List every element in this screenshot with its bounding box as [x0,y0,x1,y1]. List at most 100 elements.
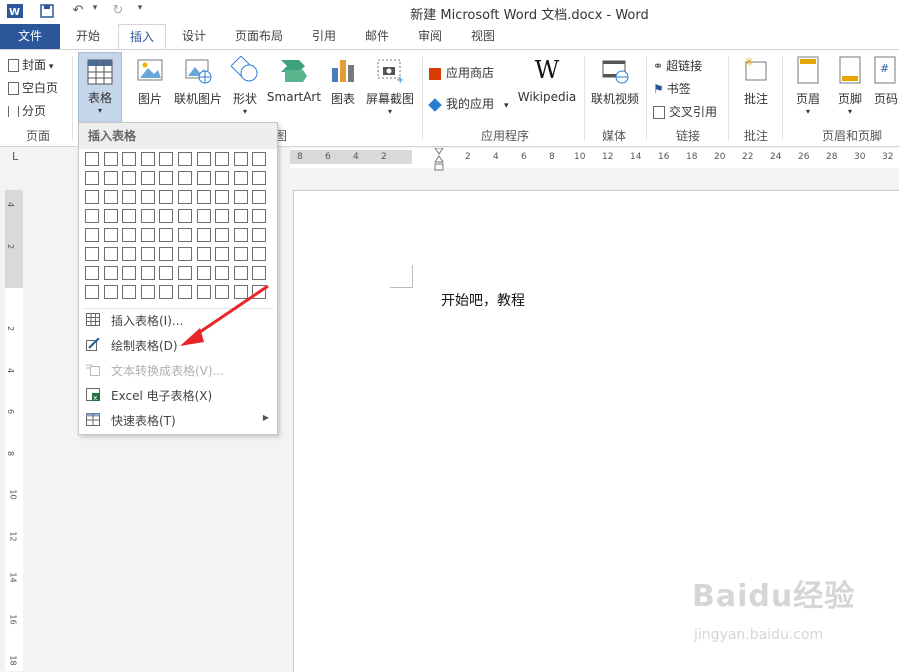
table-grid-cell[interactable] [122,152,137,166]
table-grid-cell[interactable] [159,266,174,280]
my-apps-button[interactable]: 我的应用 ▾ [428,95,509,112]
table-grid-cell[interactable] [159,228,174,242]
table-grid-cell[interactable] [159,152,174,166]
vertical-ruler[interactable]: 4 2 2 4 6 8 10 12 14 16 18 [5,190,23,671]
table-grid-cell[interactable] [103,285,118,299]
table-grid-cell[interactable] [252,171,267,185]
table-grid-cell[interactable] [122,171,137,185]
table-grid-cell[interactable] [252,266,267,280]
horizontal-ruler[interactable]: 8642246810121416182022242628303234 [290,147,899,171]
table-grid-cell[interactable] [178,209,192,223]
footer-button[interactable]: 页脚 ▾ [832,56,868,116]
bookmark-button[interactable]: ⚑ 书签 [653,80,691,97]
table-grid-cell[interactable] [85,285,99,299]
table-grid-cell[interactable] [215,190,230,204]
table-grid-cell[interactable] [252,152,267,166]
tab-insert[interactable]: 插入 [118,24,166,51]
indent-marker-icon[interactable] [434,147,444,171]
table-grid-cell[interactable] [140,190,155,204]
tab-page-layout[interactable]: 页面布局 [226,24,292,49]
table-grid-cell[interactable] [103,228,118,242]
excel-spreadsheet-item[interactable]: x Excel 电子表格(X) [79,383,277,407]
hyperlink-button[interactable]: ⚭ 超链接 [653,57,702,74]
document-page[interactable]: 开始吧，教程 Baidu经验 jingyan.baidu.com [293,190,899,672]
table-grid-cell[interactable] [85,266,99,280]
table-grid-cell[interactable] [140,247,155,261]
screenshot-button[interactable]: + 屏幕截图 ▾ [362,56,418,116]
table-grid-cell[interactable] [140,285,155,299]
table-grid-cell[interactable] [122,190,137,204]
table-grid-cell[interactable] [196,266,211,280]
tab-design[interactable]: 设计 [170,24,218,49]
table-grid-cell[interactable] [215,171,230,185]
table-grid-cell[interactable] [159,190,174,204]
tab-file[interactable]: 文件 [0,24,60,49]
table-grid-cell[interactable] [233,228,248,242]
wikipedia-button[interactable]: W Wikipedia [516,56,578,104]
table-grid-cell[interactable] [178,228,192,242]
table-grid-cell[interactable] [122,285,137,299]
table-grid-cell[interactable] [196,171,211,185]
table-grid-cell[interactable] [215,266,230,280]
table-grid-cell[interactable] [178,190,192,204]
table-grid-cell[interactable] [103,266,118,280]
cross-reference-button[interactable]: 交叉引用 [653,103,717,120]
tab-review[interactable]: 审阅 [406,24,454,49]
table-grid-cell[interactable] [196,152,211,166]
table-grid-cell[interactable] [122,209,137,223]
tab-references[interactable]: 引用 [300,24,348,49]
online-picture-button[interactable]: 联机图片 [172,56,224,107]
table-grid-cell[interactable] [85,228,99,242]
table-grid-cell[interactable] [252,247,267,261]
online-video-button[interactable]: 联机视频 [588,56,642,107]
tab-view[interactable]: 视图 [459,24,507,49]
table-grid-cell[interactable] [85,152,99,166]
table-grid-cell[interactable] [85,209,99,223]
page-number-button[interactable]: # 页码 [874,56,899,107]
table-grid-cell[interactable] [252,228,267,242]
table-grid-cell[interactable] [252,209,267,223]
document-text[interactable]: 开始吧，教程 [441,290,525,310]
table-grid-cell[interactable] [159,247,174,261]
table-grid-cell[interactable] [85,247,99,261]
table-grid-cell[interactable] [178,247,192,261]
table-grid-cell[interactable] [215,228,230,242]
table-grid-cell[interactable] [233,171,248,185]
table-grid-cell[interactable] [178,152,192,166]
table-grid-cell[interactable] [103,171,118,185]
table-grid-cell[interactable] [215,209,230,223]
table-grid-cell[interactable] [233,209,248,223]
tab-home[interactable]: 开始 [64,24,112,49]
table-grid-cell[interactable] [140,171,155,185]
table-grid-cell[interactable] [103,190,118,204]
tab-selector[interactable]: L [12,150,26,164]
table-grid-cell[interactable] [122,266,137,280]
table-grid-cell[interactable] [122,228,137,242]
table-grid-cell[interactable] [140,266,155,280]
table-grid-cell[interactable] [196,247,211,261]
table-grid-cell[interactable] [140,152,155,166]
table-grid-cell[interactable] [85,171,99,185]
table-grid-cell[interactable] [252,190,267,204]
table-grid-cell[interactable] [215,152,230,166]
table-grid-cell[interactable] [122,247,137,261]
table-grid-cell[interactable] [140,209,155,223]
table-grid-cell[interactable] [233,266,248,280]
smartart-button[interactable]: SmartArt [266,56,322,104]
table-grid-cell[interactable] [103,209,118,223]
table-grid-cell[interactable] [215,247,230,261]
table-grid-cell[interactable] [196,209,211,223]
chart-button[interactable]: 图表 [326,56,360,107]
table-grid-cell[interactable] [178,266,192,280]
table-grid-cell[interactable] [103,152,118,166]
table-grid-cell[interactable] [233,247,248,261]
shapes-button[interactable]: 形状 ▾ [228,55,262,116]
cover-page-button[interactable]: 封面 ▾ [8,56,53,73]
table-grid-cell[interactable] [233,152,248,166]
comment-button[interactable]: ✳ 批注 [736,55,776,107]
table-grid-cell[interactable] [159,171,174,185]
table-button[interactable]: 表格 ▾ [78,52,122,124]
table-grid-cell[interactable] [159,209,174,223]
table-grid-cell[interactable] [85,190,99,204]
picture-button[interactable]: 图片 [130,56,170,107]
